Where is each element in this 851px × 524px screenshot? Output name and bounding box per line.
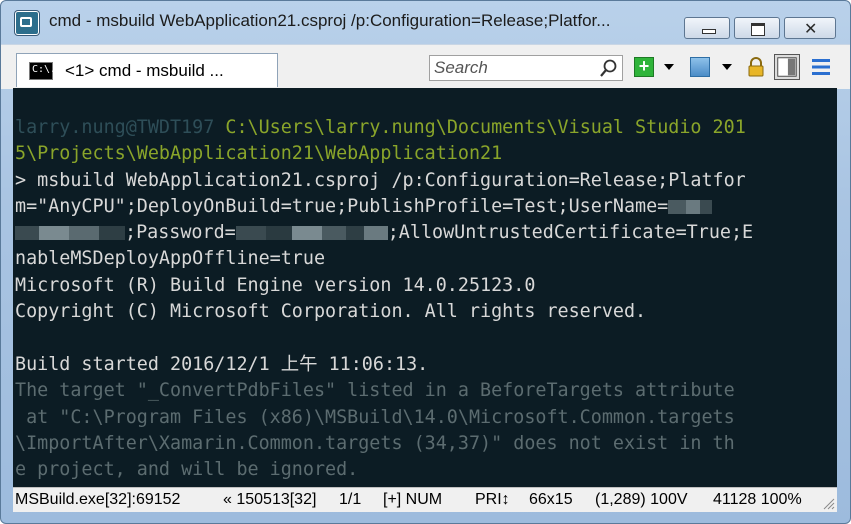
menu-icon[interactable] [810,56,832,78]
redacted-block [686,200,701,214]
redacted-block [235,226,266,240]
output-line-1: Microsoft (R) Build Engine version 14.0.… [15,275,536,296]
command-text-3a: ;Password= [125,222,236,243]
toolbar: C:\. <1> cmd - msbuild ... + [1,44,850,89]
warning-line-1: The target "_ConvertPdbFiles" listed in … [15,380,735,401]
close-button[interactable]: ✕ [784,17,836,39]
command-line-4: nableMSDeployAppOffline=true [15,248,326,269]
console-output[interactable]: larry.nung@TWDT197 C:\Users\larry.nung\D… [13,88,837,487]
warning-line-3: \ImportAfter\Xamarin.Common.targets (34,… [15,433,735,454]
console-tab-icon-text: C:\. [32,64,57,75]
new-console-plus-icon[interactable]: + [634,57,654,77]
lock-icon[interactable] [746,57,766,77]
prompt-user: larry.nung@TWDT197 [15,117,215,138]
console-window: cmd - msbuild WebApplication21.csproj /p… [0,0,851,524]
maximize-button[interactable] [734,17,780,39]
status-pages[interactable]: 1/1 [339,491,361,509]
output-line-3: Build started 2016/12/1 上午 11:06:13. [15,354,429,375]
command-text-3b: ;AllowUntrustedCertificate=True;E [387,222,754,243]
status-insert-num[interactable]: [+] NUM [383,491,442,509]
redacted-block [265,226,292,240]
minimize-icon [702,29,716,34]
output-line-2: Copyright (C) Microsoft Corporation. All… [15,301,647,322]
warning-line-4: e project, and will be ignored. [15,459,359,480]
close-icon: ✕ [804,19,818,38]
status-cursor[interactable]: (1,289) 100V [595,491,688,509]
window-title: cmd - msbuild WebApplication21.csproj /p… [49,11,611,30]
tab-console-1[interactable]: C:\. <1> cmd - msbuild ... [16,53,278,87]
maximize-icon [751,23,765,36]
redacted-block [363,226,388,240]
redacted-block [99,226,125,240]
redacted-block [291,226,322,240]
console-tab-icon: C:\. [29,62,57,80]
app-icon[interactable] [15,11,39,35]
tab-label: <1> cmd - msbuild ... [65,61,224,80]
redacted-block [39,226,69,240]
status-memory[interactable]: 41128 100% [713,491,802,509]
new-console-dropdown-icon[interactable] [662,59,674,73]
redacted-block [668,200,687,214]
search-box[interactable] [429,55,623,81]
status-pid[interactable]: « 150513[32] [223,491,316,509]
redacted-block [700,200,713,214]
status-process[interactable]: MSBuild.exe[32]:69152 [15,491,180,509]
command-line-2: m="AnyCPU";DeployOnBuild=true;PublishPro… [15,196,713,217]
status-bar: MSBuild.exe[32]:69152 « 150513[32] 1/1 [… [13,487,837,512]
minimize-button[interactable] [684,17,730,39]
prompt-path: C:\Users\larry.nung\Documents\Visual Stu… [214,117,746,138]
terminal-icon[interactable] [690,57,710,77]
redacted-block [345,226,364,240]
status-size[interactable]: 66x15 [529,491,573,509]
command-line-1: > msbuild WebApplication21.csproj /p:Con… [15,170,746,191]
title-bar[interactable]: cmd - msbuild WebApplication21.csproj /p… [1,1,850,41]
status-priority[interactable]: PRI↕ [475,491,510,509]
warning-line-2: at "C:\Program Files (x86)\MSBuild\14.0\… [15,407,735,428]
redacted-block [15,226,39,240]
redacted-block [321,226,346,240]
prompt-line-2: 5\Projects\WebApplication21\WebApplicati… [15,143,503,164]
search-input[interactable] [434,58,594,78]
resize-grip-icon[interactable] [821,496,835,510]
prompt-line-1: larry.nung@TWDT197 C:\Users\larry.nung\D… [15,118,746,138]
terminal-dropdown-icon[interactable] [720,59,732,73]
redacted-block [69,226,99,240]
panel-icon[interactable] [774,54,800,80]
command-text-2: m="AnyCPU";DeployOnBuild=true;PublishPro… [15,196,669,217]
command-line-3: ;Password= ;AllowUntrustedCertificate=Tru… [15,223,753,243]
search-icon[interactable] [599,58,619,78]
